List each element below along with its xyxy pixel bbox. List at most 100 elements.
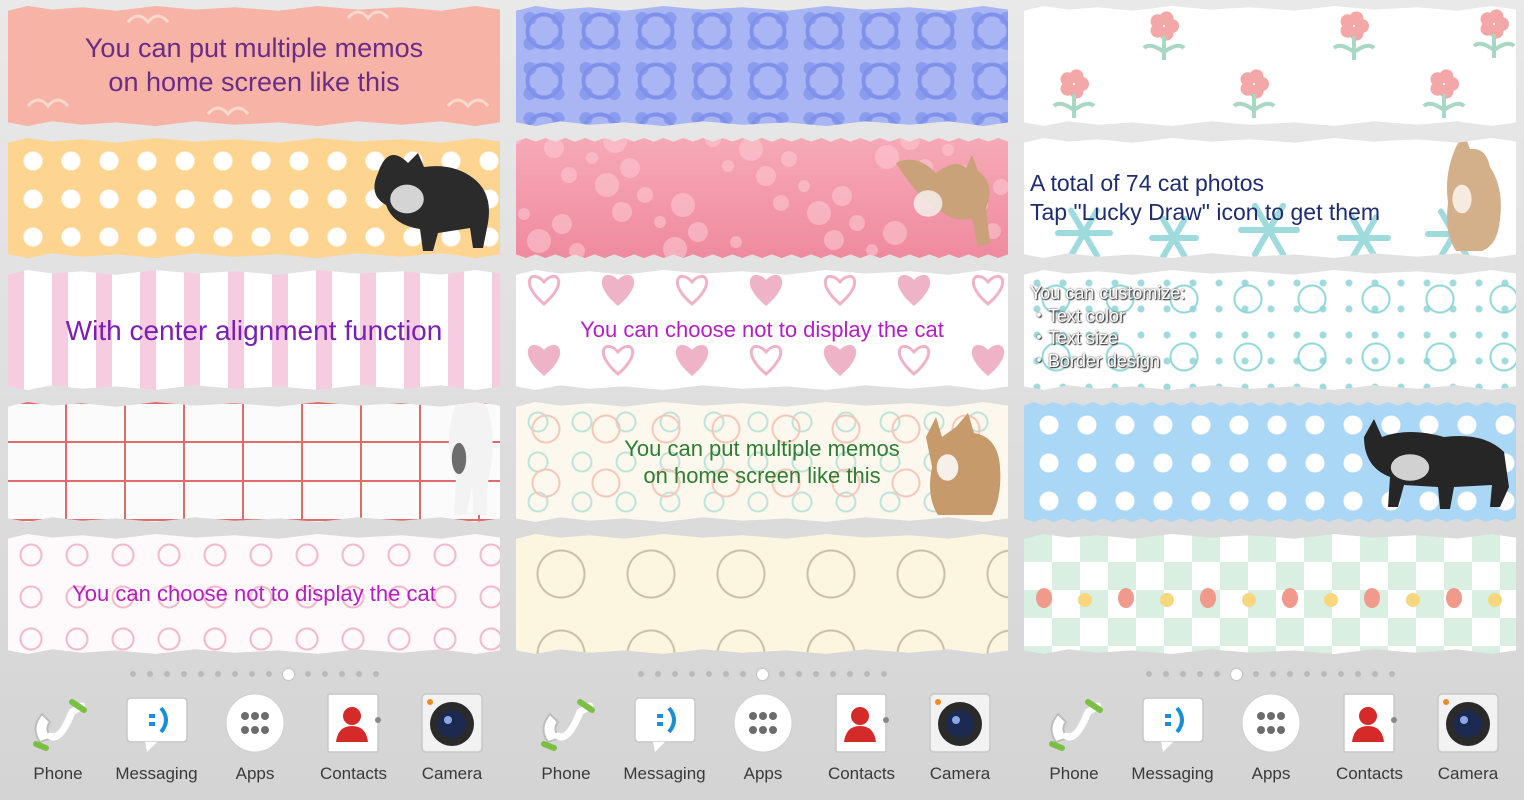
dock-app-contacts[interactable]: Contacts bbox=[1324, 692, 1416, 792]
dock-app-contacts[interactable]: Contacts bbox=[308, 692, 400, 792]
page-dot[interactable] bbox=[756, 668, 768, 680]
dock-label: Messaging bbox=[623, 764, 706, 783]
page-dot[interactable] bbox=[1286, 671, 1293, 677]
memo-widget[interactable]: You can put multiple memos on home scree… bbox=[8, 6, 500, 126]
page-dot[interactable] bbox=[739, 671, 746, 677]
camera-icon bbox=[420, 692, 484, 754]
page-dot[interactable] bbox=[231, 671, 238, 677]
page-dot[interactable] bbox=[146, 671, 153, 677]
memo-text: You can put multiple memos on home scree… bbox=[84, 33, 424, 97]
page-dot[interactable] bbox=[197, 671, 204, 677]
memo-widget[interactable] bbox=[516, 534, 1008, 654]
dock-app-messaging[interactable]: Messaging bbox=[111, 692, 203, 792]
app-dock: Phone Messaging Apps Contacts Camera bbox=[520, 692, 1006, 792]
page-dot[interactable] bbox=[129, 671, 136, 677]
memo-widget[interactable] bbox=[1024, 534, 1516, 654]
page-dot[interactable] bbox=[355, 671, 362, 677]
memo-widget[interactable]: You can put multiple memos on home scree… bbox=[516, 402, 1008, 522]
memo-widget[interactable]: You can customize: ・Text color ・Text siz… bbox=[1024, 270, 1516, 390]
memo-widget[interactable] bbox=[1024, 6, 1516, 126]
phone-icon bbox=[534, 692, 598, 754]
page-dot[interactable] bbox=[1388, 671, 1395, 677]
dock-app-contacts[interactable]: Contacts bbox=[816, 692, 908, 792]
apps-icon bbox=[223, 692, 287, 754]
apps-icon bbox=[731, 692, 795, 754]
dock-app-phone[interactable]: Phone bbox=[520, 692, 612, 792]
page-dot[interactable] bbox=[304, 671, 311, 677]
camera-icon bbox=[928, 692, 992, 754]
memo-widget[interactable]: A total of 74 cat photos Tap "Lucky Draw… bbox=[1024, 138, 1516, 258]
page-dot[interactable] bbox=[795, 671, 802, 677]
dock-app-camera[interactable]: Camera bbox=[914, 692, 1006, 792]
messaging-icon bbox=[1141, 692, 1205, 754]
dock-label: Camera bbox=[421, 764, 483, 783]
memo-widget[interactable] bbox=[516, 6, 1008, 126]
phone-icon bbox=[26, 692, 90, 754]
page-dot[interactable] bbox=[1196, 671, 1203, 677]
dock-app-apps[interactable]: Apps bbox=[717, 692, 809, 792]
page-dot[interactable] bbox=[863, 671, 870, 677]
dock-label: Contacts bbox=[319, 764, 388, 783]
page-dot[interactable] bbox=[248, 671, 255, 677]
page-dot[interactable] bbox=[180, 671, 187, 677]
camera-icon bbox=[1436, 692, 1500, 754]
dock-app-apps[interactable]: Apps bbox=[1225, 692, 1317, 792]
contacts-icon bbox=[322, 692, 386, 754]
page-dot[interactable] bbox=[846, 671, 853, 677]
memo-widget[interactable] bbox=[8, 402, 500, 522]
page-dot[interactable] bbox=[282, 668, 294, 680]
page-dot[interactable] bbox=[338, 671, 345, 677]
cat-black-white-image bbox=[358, 138, 498, 258]
apps-icon bbox=[1239, 692, 1303, 754]
page-dot[interactable] bbox=[1252, 671, 1259, 677]
page-dot[interactable] bbox=[1179, 671, 1186, 677]
messaging-icon bbox=[125, 692, 189, 754]
memo-text: A total of 74 cat photos Tap "Lucky Draw… bbox=[1030, 170, 1380, 225]
memo-widget[interactable]: You can choose not to display the cat bbox=[516, 270, 1008, 390]
page-dot[interactable] bbox=[1213, 671, 1220, 677]
page-dot[interactable] bbox=[688, 671, 695, 677]
page-dot[interactable] bbox=[1145, 671, 1152, 677]
page-dot[interactable] bbox=[214, 671, 221, 677]
dock-app-phone[interactable]: Phone bbox=[1028, 692, 1120, 792]
page-dot[interactable] bbox=[705, 671, 712, 677]
memo-widget[interactable] bbox=[516, 138, 1008, 258]
page-dot[interactable] bbox=[637, 671, 644, 677]
page-dot[interactable] bbox=[1230, 668, 1242, 680]
memo-widget[interactable]: With center alignment function bbox=[8, 270, 500, 390]
contacts-icon bbox=[1338, 692, 1402, 754]
dock-app-camera[interactable]: Camera bbox=[1422, 692, 1514, 792]
page-dot[interactable] bbox=[1337, 671, 1344, 677]
memo-widget[interactable] bbox=[1024, 402, 1516, 522]
page-dot[interactable] bbox=[778, 671, 785, 677]
page-dot[interactable] bbox=[671, 671, 678, 677]
page-dot[interactable] bbox=[1354, 671, 1361, 677]
page-dot[interactable] bbox=[880, 671, 887, 677]
promo-screenshot: You can put multiple memos on home scree… bbox=[0, 0, 1524, 800]
page-dot[interactable] bbox=[1320, 671, 1327, 677]
memo-widget[interactable] bbox=[8, 138, 500, 258]
dock-app-messaging[interactable]: Messaging bbox=[619, 692, 711, 792]
dock-label: Apps bbox=[743, 764, 783, 783]
dock-app-apps[interactable]: Apps bbox=[209, 692, 301, 792]
dock-app-camera[interactable]: Camera bbox=[406, 692, 498, 792]
page-dot[interactable] bbox=[654, 671, 661, 677]
page-dot[interactable] bbox=[812, 671, 819, 677]
page-dot[interactable] bbox=[163, 671, 170, 677]
phone-icon bbox=[1042, 692, 1106, 754]
page-dot[interactable] bbox=[1162, 671, 1169, 677]
page-dot[interactable] bbox=[1303, 671, 1310, 677]
dock-label: Phone bbox=[33, 764, 83, 783]
memo-text: You can put multiple memos on home scree… bbox=[624, 435, 900, 489]
page-dot[interactable] bbox=[265, 671, 272, 677]
page-dot[interactable] bbox=[321, 671, 328, 677]
page-dot[interactable] bbox=[1269, 671, 1276, 677]
page-dot[interactable] bbox=[829, 671, 836, 677]
page-dot[interactable] bbox=[1371, 671, 1378, 677]
page-dot[interactable] bbox=[372, 671, 379, 677]
page-dot[interactable] bbox=[722, 671, 729, 677]
dock-app-messaging[interactable]: Messaging bbox=[1127, 692, 1219, 792]
dock-app-phone[interactable]: Phone bbox=[12, 692, 104, 792]
dock-label: Apps bbox=[1251, 764, 1291, 783]
memo-widget[interactable]: You can choose not to display the cat bbox=[8, 534, 500, 654]
